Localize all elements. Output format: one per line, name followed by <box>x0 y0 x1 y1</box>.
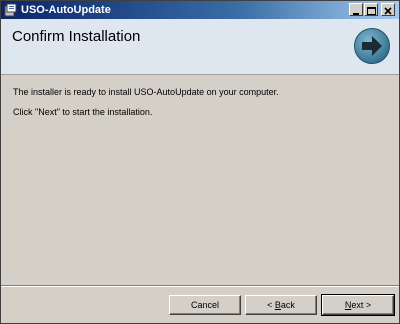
installer-window: USO-AutoUpdate Confirm Installation The … <box>0 0 400 324</box>
cancel-button[interactable]: Cancel <box>169 295 241 315</box>
next-button[interactable]: Next > <box>321 294 395 316</box>
page-title: Confirm Installation <box>12 28 141 45</box>
minimize-button[interactable] <box>349 3 363 16</box>
maximize-icon <box>367 7 376 15</box>
close-button[interactable] <box>381 3 395 16</box>
button-separator <box>1 285 399 287</box>
ready-message: The installer is ready to install USO-Au… <box>13 87 279 97</box>
installer-app-icon <box>4 3 17 17</box>
back-label: ack <box>280 299 295 310</box>
wizard-header: Confirm Installation <box>1 19 399 75</box>
next-arrow-icon <box>354 28 390 64</box>
instruction-message: Click "Next" to start the installation. <box>13 107 153 117</box>
minimize-icon <box>353 13 359 15</box>
next-label: ext > <box>351 299 372 310</box>
title-bar[interactable]: USO-AutoUpdate <box>1 1 399 19</box>
close-icon <box>384 7 392 15</box>
window-title: USO-AutoUpdate <box>21 4 111 16</box>
back-button[interactable]: < Back <box>245 295 317 315</box>
maximize-button[interactable] <box>364 3 378 16</box>
back-prefix: < <box>267 299 275 310</box>
